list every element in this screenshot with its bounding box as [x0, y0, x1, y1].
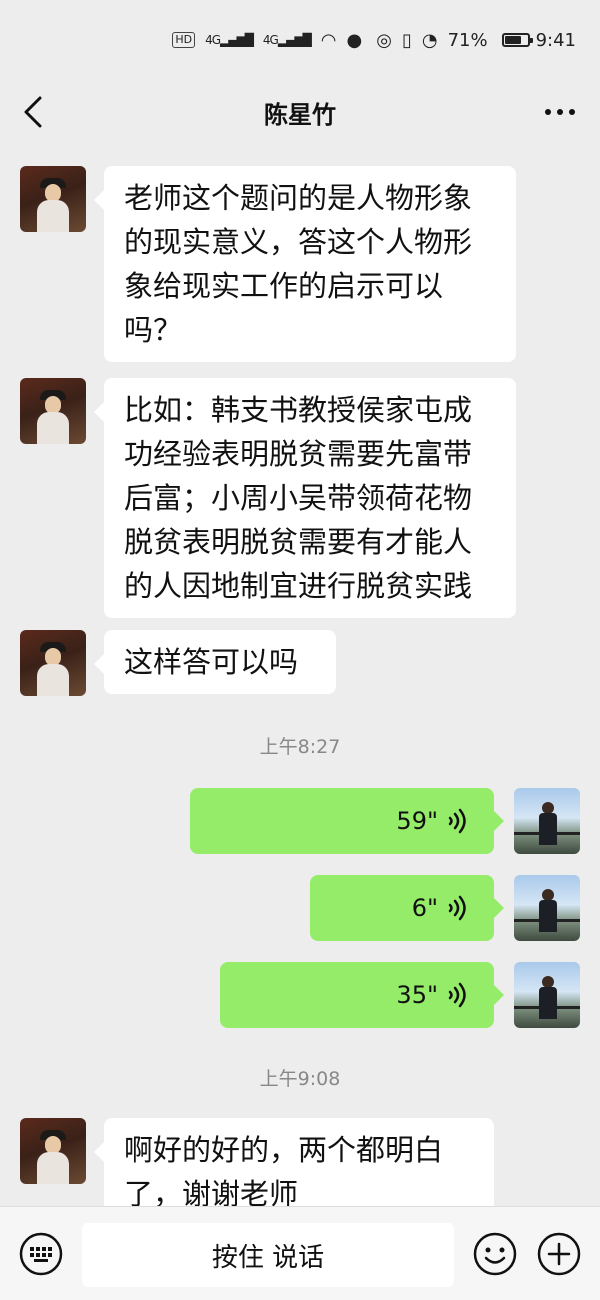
avatar[interactable] [514, 875, 580, 941]
signal-icon-1: 4G▂▄▆█ [205, 33, 254, 47]
plus-icon [537, 1232, 581, 1276]
voice-message[interactable]: 6" [310, 875, 504, 941]
emoji-icon [473, 1232, 517, 1276]
voice-duration: 59" [396, 807, 438, 835]
vibrate-icon: ▯ [401, 29, 412, 51]
avatar[interactable] [20, 166, 86, 232]
keyboard-button[interactable] [18, 1231, 64, 1277]
chevron-left-icon [24, 96, 42, 128]
message-line: 的现实意义，答这个人物形 [124, 225, 473, 259]
avatar[interactable] [20, 378, 86, 444]
voice-wave-icon [448, 808, 466, 834]
voice-wave-icon [448, 982, 466, 1008]
battery-percent: 71% [447, 29, 488, 51]
clock: 9:41 [535, 29, 576, 51]
input-bar: 按住 说话 [0, 1206, 600, 1300]
avatar[interactable] [514, 962, 580, 1028]
more-button[interactable] [540, 92, 580, 132]
timestamp: 上午8:27 [259, 736, 341, 758]
status-bar: HD 4G▂▄▆█ 4G▂▄▆█ ◠ ● ◎ ▯ ◔ 71% 9:41 [0, 0, 600, 80]
message-line: 比如：韩支书教授侯家屯成 [124, 393, 473, 427]
message-line: 这样答可以吗 [124, 645, 299, 679]
message-bubble[interactable]: 比如：韩支书教授侯家屯成 功经验表明脱贫需要先富带 后富；小周小吴带领荷花物 脱… [94, 378, 516, 618]
message-line: 脱贫表明脱贫需要有才能人 [124, 525, 473, 559]
status-icons-right: ◎ ▯ ◔ 71% [376, 30, 487, 51]
voice-duration: 35" [396, 981, 438, 1009]
more-icon-dot [545, 109, 551, 115]
voice-message[interactable]: 59" [190, 788, 504, 854]
message-line: 功经验表明脱贫需要先富带 [124, 437, 473, 471]
status-icons: HD 4G▂▄▆█ 4G▂▄▆█ ◠ ● [172, 30, 362, 51]
timestamp: 上午9:08 [259, 1068, 341, 1090]
back-button[interactable] [16, 90, 56, 134]
message-bubble[interactable]: 啊好的好的，两个都明白 了，谢谢老师 [94, 1118, 494, 1206]
wechat-icon: ● [346, 29, 363, 51]
message-bubble[interactable]: 老师这个题问的是人物形象 的现实意义，答这个人物形 象给现实工作的启示可以 吗？ [94, 166, 516, 362]
keyboard-icon [19, 1232, 63, 1276]
hd-icon: HD [172, 32, 196, 48]
nfc-icon: ◎ [376, 29, 392, 51]
message-line: 的人因地制宜进行脱贫实践 [124, 569, 473, 603]
voice-duration: 6" [411, 894, 438, 922]
chat-area[interactable]: 老师这个题问的是人物形象 的现实意义，答这个人物形 象给现实工作的启示可以 吗？… [0, 150, 600, 1206]
speed-icon: ◔ [421, 29, 438, 51]
emoji-button[interactable] [472, 1231, 518, 1277]
avatar[interactable] [20, 630, 86, 696]
message-line: 了，谢谢老师 [124, 1177, 299, 1206]
signal-icon-2: 4G▂▄▆█ [262, 33, 312, 47]
message-line: 吗？ [124, 313, 183, 347]
voice-message[interactable]: 35" [220, 962, 504, 1028]
chat-header: 陈星竹 [0, 80, 600, 144]
message-bubble[interactable]: 这样答可以吗 [94, 630, 336, 694]
battery-icon [501, 33, 533, 47]
avatar[interactable] [514, 788, 580, 854]
plus-button[interactable] [536, 1231, 582, 1277]
voice-wave-icon [448, 895, 466, 921]
avatar[interactable] [20, 1118, 86, 1184]
message-line: 啊好的好的，两个都明白 [124, 1133, 444, 1167]
message-line: 老师这个题问的是人物形象 [124, 181, 473, 215]
message-line: 后富；小周小吴带领荷花物 [124, 481, 473, 515]
hold-to-talk-button[interactable]: 按住 说话 [82, 1223, 454, 1287]
wifi-icon: ◠ [320, 29, 337, 51]
message-line: 象给现实工作的启示可以 [124, 269, 444, 303]
chat-title[interactable]: 陈星竹 [264, 95, 336, 130]
